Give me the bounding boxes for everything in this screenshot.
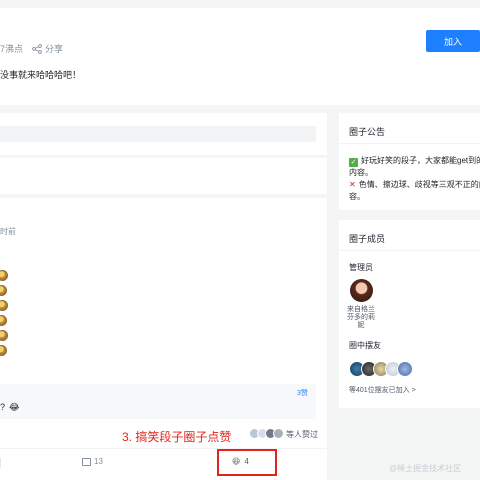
doge-emoji-icon	[0, 270, 8, 281]
notice-rule-allowed-cont: 内容。	[349, 168, 373, 177]
share-icon	[32, 43, 42, 54]
divider	[339, 143, 480, 144]
divider	[339, 250, 480, 251]
divider	[0, 458, 1, 468]
doge-emoji-icon	[0, 315, 7, 326]
members-joined-link[interactable]: 等401位摆友已加入 >	[349, 385, 416, 395]
post-action-bar	[0, 448, 327, 480]
share-button[interactable]: 分享	[32, 42, 63, 55]
members-label: 圈中摆友	[349, 341, 381, 350]
member-avatars[interactable]	[349, 361, 413, 377]
members-title: 圈子成员	[349, 234, 386, 244]
highlight-box	[217, 449, 277, 476]
notice-rule-allowed: ✓ 好玩好笑的段子，大家都能get到的	[349, 156, 480, 167]
annotation-label: 3. 搞笑段子圈子点赞	[122, 430, 232, 444]
check-icon: ✓	[349, 158, 358, 167]
admins-label: 管理员	[349, 263, 373, 272]
circle-header	[0, 8, 480, 105]
join-button[interactable]: 加入	[426, 30, 480, 52]
circle-snippet: ?	[0, 402, 6, 412]
feed-tabs	[0, 158, 327, 194]
avatar	[273, 428, 284, 439]
liked-by-text: 等人赞过	[286, 430, 318, 439]
circle-like-count[interactable]: 3赞	[297, 388, 308, 398]
comment-count: 13	[94, 457, 103, 466]
admin-name[interactable]: 来自格兰芬多的莉妮	[346, 306, 376, 330]
cross-icon: ✕	[349, 180, 356, 189]
laugh-emoji-icon: 😂	[9, 402, 20, 412]
doge-emoji-icon	[0, 345, 7, 356]
avatar	[397, 361, 413, 377]
admin-avatar[interactable]	[350, 279, 373, 302]
notice-rule-forbidden-cont: 容。	[349, 192, 365, 201]
liker-avatars[interactable]	[249, 428, 284, 439]
notice-rule-forbidden: ✕ 色情、擦边球、歧视等三观不正的内	[349, 180, 480, 189]
post-editor-input[interactable]	[0, 126, 316, 142]
comment-icon	[82, 457, 91, 466]
circle-tag-box[interactable]	[0, 384, 316, 419]
post-count-stat: 7沸点	[0, 44, 24, 54]
share-label: 分享	[45, 44, 64, 54]
post-time: 时前	[0, 227, 16, 236]
doge-emoji-icon	[0, 285, 7, 296]
circle-description: 没事就来哈哈哈吧！	[0, 70, 82, 80]
doge-emoji-icon	[0, 330, 8, 341]
emoji-content	[0, 270, 8, 356]
notice-title: 圈子公告	[349, 127, 386, 137]
watermark: @稀土掘金技术社区	[389, 464, 462, 473]
comment-button[interactable]: 13	[82, 457, 103, 466]
doge-emoji-icon	[0, 300, 8, 311]
